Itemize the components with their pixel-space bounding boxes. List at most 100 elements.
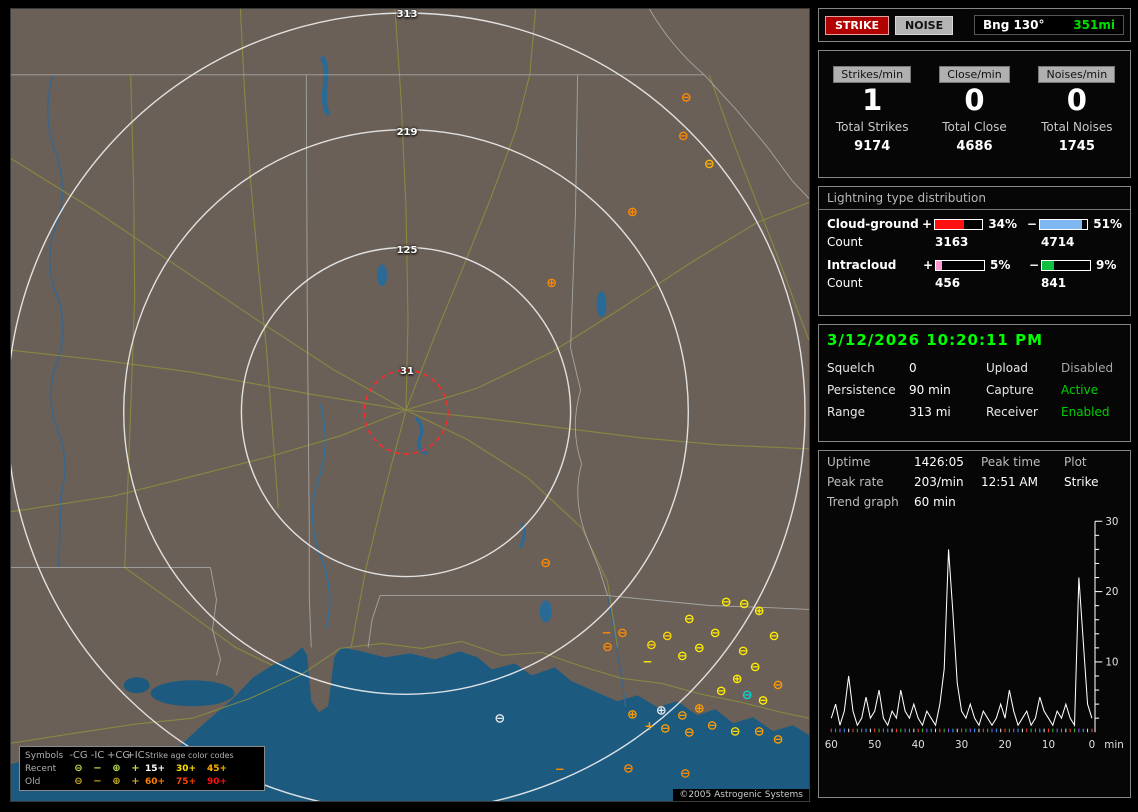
peak-rate-value: 203/min — [914, 475, 964, 489]
strike-symbol-cgn: ⊖ — [754, 725, 765, 740]
settings-row: Persistence 90 min Capture Active — [819, 379, 1130, 401]
strike-symbol-cgn: ⊖ — [681, 90, 692, 105]
legend-col-cg-neg: -CG — [69, 750, 88, 761]
strike-indicator-button[interactable]: STRIKE — [825, 15, 890, 35]
strike-symbol-cgn: ⊖ — [660, 722, 671, 737]
strike-symbol-cgn: ⊖ — [540, 556, 551, 571]
plus-sign: + — [923, 258, 934, 272]
ic-negative-pct: 9% — [1096, 258, 1117, 272]
age-30: 30+ — [176, 763, 197, 774]
trend-chart-canvas: 10 20 30 60 50 40 30 20 10 0 min — [825, 517, 1124, 751]
intracloud-count-row: Count 456 841 — [819, 273, 1130, 292]
age-45: 45+ — [207, 763, 228, 774]
bearing-value: Bng 130° — [983, 18, 1045, 32]
noises-per-min-chip: Noises/min — [1038, 66, 1116, 83]
settings-row: Squelch 0 Upload Disabled — [819, 357, 1130, 379]
recent-cg-neg-icon: ⊖ — [74, 763, 83, 774]
total-close-value: 4686 — [956, 139, 993, 154]
recent-cg-pos-icon: ⊕ — [112, 763, 121, 774]
strike-symbol-icp: + — [644, 719, 654, 733]
peak-time-value: 12:51 AM — [981, 475, 1038, 489]
squelch-label: Squelch — [827, 361, 875, 375]
strike-symbol-cgn: ⊖ — [721, 595, 732, 610]
strike-symbol-cgn: ⊖ — [494, 712, 505, 727]
strike-symbol-cgn: ⊖ — [716, 684, 727, 699]
old-cg-pos-icon: ⊕ — [112, 776, 121, 787]
strike-symbol-cgn: ⊖ — [684, 612, 695, 627]
range-label: Range — [827, 405, 866, 419]
strike-symbol-icn: − — [642, 654, 652, 668]
svg-text:min: min — [1104, 739, 1123, 751]
strike-symbol-cgn: ⊖ — [750, 660, 761, 675]
svg-text:60: 60 — [825, 739, 838, 751]
peak-rate-row: Peak rate 203/min 12:51 AM Strike — [819, 471, 1130, 491]
age-60: 60+ — [145, 776, 166, 787]
total-close-label: Total Close — [942, 120, 1007, 134]
nexstorm-window: ⊖ ⊖ ⊖ ⊕ ⊕ ⊖ − ⊖ ⊖ ⊖ ⊖ ⊖ ⊖ ⊖ ⊖ − ⊖ ⊖ ⊕ ⊖ ⊖ ⊖ ⊕ ⊖ ⊖ ⊖ ⊖ ⊕ ⊖ ⊕ ⊕ + ⊖ ⊖ ⊖ ⊖ ⊖ ⊖ ⊖ −… — [0, 0, 1138, 812]
count-label: Count — [827, 276, 863, 290]
datetime-display: 3/12/2026 10:20:11 PM — [827, 331, 1043, 349]
map-legend: Symbols -CG -IC +CG +IC Strike age color… — [19, 746, 265, 791]
minus-sign: − — [1029, 258, 1040, 272]
strike-symbol-cgp: ⊕ — [627, 205, 638, 220]
strike-symbol-cgn: ⊖ — [680, 767, 691, 782]
legend-symbols-label: Symbols — [25, 750, 64, 761]
strike-symbol-cgn: ⊖ — [742, 688, 753, 703]
strike-symbol-cgn: ⊖ — [678, 129, 689, 144]
strike-symbol-cgn: ⊖ — [769, 629, 780, 644]
strike-symbol-cgp: ⊕ — [732, 672, 743, 687]
strike-symbol-cgp: ⊕ — [694, 702, 705, 717]
cg-positive-count: 3163 — [935, 235, 969, 249]
svg-text:50: 50 — [868, 739, 881, 751]
svg-text:30: 30 — [1105, 517, 1118, 528]
noise-indicator-button[interactable]: NOISE — [895, 15, 954, 35]
uptime-value: 1426:05 — [914, 455, 964, 469]
lightning-map[interactable]: ⊖ ⊖ ⊖ ⊕ ⊕ ⊖ − ⊖ ⊖ ⊖ ⊖ ⊖ ⊖ ⊖ ⊖ − ⊖ ⊖ ⊕ ⊖ ⊖ ⊖ ⊕ ⊖ ⊖ ⊖ ⊖ ⊕ ⊖ ⊕ ⊕ + ⊖ ⊖ ⊖ ⊖ ⊖ ⊖ ⊖ −… — [10, 8, 810, 802]
strike-symbol-cgn: ⊖ — [773, 733, 784, 748]
strike-symbol-cgn: ⊖ — [662, 629, 673, 644]
close-per-min-chip: Close/min — [939, 66, 1010, 83]
strikes-per-min-chip: Strikes/min — [833, 66, 912, 83]
upload-status: Disabled — [1061, 361, 1114, 375]
strike-symbol-cgn: ⊖ — [677, 649, 688, 664]
age-75: 75+ — [176, 776, 197, 787]
strike-symbol-icn: − — [555, 762, 565, 776]
recent-ic-pos-icon: + — [131, 763, 140, 774]
distribution-title: Lightning type distribution — [819, 187, 1130, 210]
cg-positive-gauge — [933, 218, 984, 230]
legend-col-cg-pos: +CG — [107, 750, 131, 761]
svg-text:20: 20 — [998, 739, 1011, 751]
cloud-ground-label: Cloud-ground — [827, 217, 919, 231]
legend-age-title: Strike age color codes — [145, 751, 234, 760]
uptime-label: Uptime — [827, 455, 871, 469]
intracloud-row: Intracloud + 5% − 9% — [819, 251, 1130, 273]
strike-symbol-cgn: ⊖ — [773, 678, 784, 693]
distribution-section: Lightning type distribution Cloud-ground… — [818, 186, 1131, 316]
squelch-value: 0 — [909, 361, 917, 375]
recent-ic-neg-icon: − — [93, 763, 102, 774]
old-ic-pos-icon: + — [131, 776, 140, 787]
svg-text:0: 0 — [1089, 739, 1096, 751]
capture-label: Capture — [986, 383, 1034, 397]
close-per-min-value: 0 — [964, 83, 985, 117]
strike-symbol-cgp: ⊕ — [754, 604, 765, 619]
cloud-ground-row: Cloud-ground + 34% − 51% — [819, 210, 1130, 232]
cg-negative-gauge — [1038, 218, 1089, 230]
strike-symbol-cgn: ⊖ — [646, 638, 657, 653]
strike-symbol-cgn: ⊖ — [738, 644, 749, 659]
svg-text:20: 20 — [1105, 586, 1118, 598]
settings-section: 3/12/2026 10:20:11 PM Squelch 0 Upload D… — [818, 324, 1131, 442]
close-rate-column: Close/min 0 Total Close 4686 — [923, 63, 1025, 177]
upload-label: Upload — [986, 361, 1029, 375]
settings-row: Range 313 mi Receiver Enabled — [819, 401, 1130, 423]
intracloud-label: Intracloud — [827, 258, 897, 272]
strike-symbol-cgn: ⊖ — [684, 726, 695, 741]
cg-negative-pct: 51% — [1093, 217, 1122, 231]
noises-rate-column: Noises/min 0 Total Noises 1745 — [1026, 63, 1128, 177]
total-strikes-value: 9174 — [854, 139, 891, 154]
cg-positive-pct: 34% — [988, 217, 1018, 231]
ic-positive-count: 456 — [935, 276, 961, 290]
count-label: Count — [827, 235, 863, 249]
legend-col-ic-neg: -IC — [90, 750, 105, 761]
persistence-label: Persistence — [827, 383, 896, 397]
